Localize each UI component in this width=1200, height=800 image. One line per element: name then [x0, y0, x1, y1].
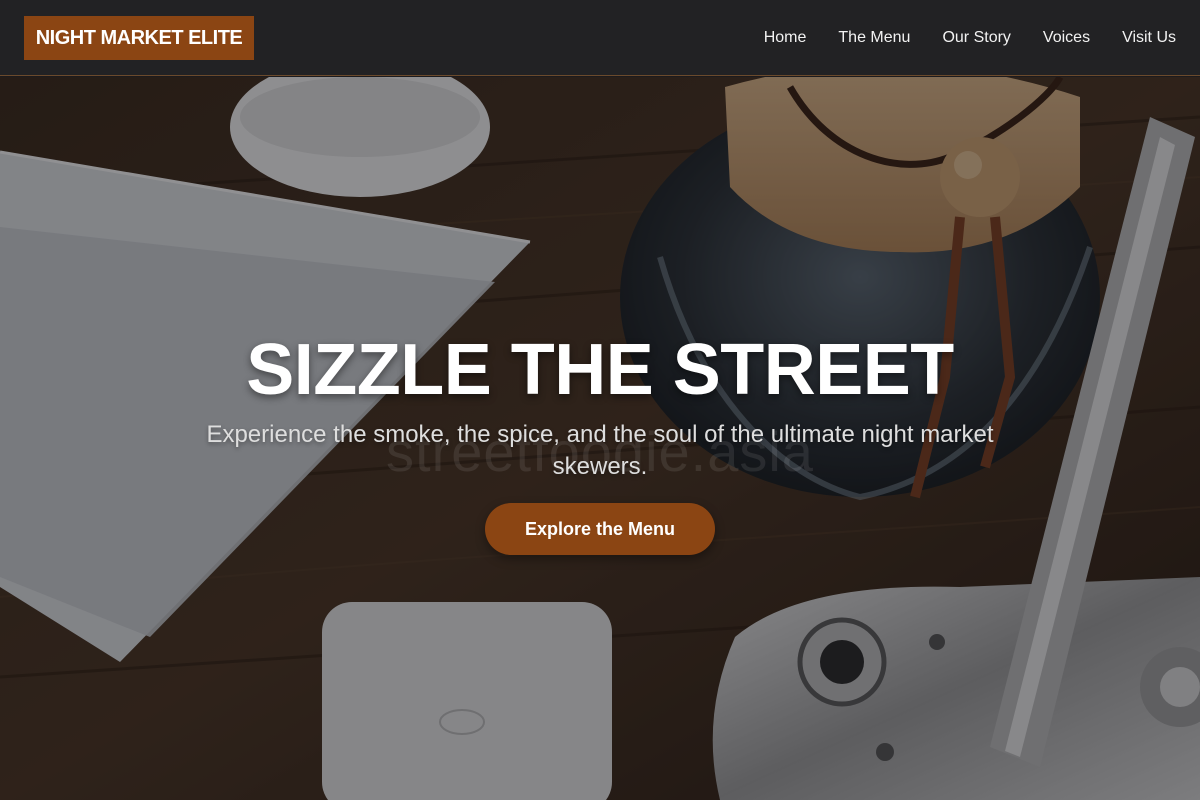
hero-section: streetfoodie.asia SIZZLE THE STREET Expe…	[0, 77, 1200, 800]
brand-logo[interactable]: NIGHT MARKET ELITE	[24, 16, 254, 60]
site-header: NIGHT MARKET ELITE Home The Menu Our Sto…	[0, 0, 1200, 76]
nav-link-our-story[interactable]: Our Story	[942, 29, 1010, 47]
nav-link-the-menu[interactable]: The Menu	[838, 29, 910, 47]
hero-title: SIZZLE THE STREET	[246, 330, 954, 410]
explore-menu-button[interactable]: Explore the Menu	[485, 503, 715, 555]
hero-subtitle: Experience the smoke, the spice, and the…	[206, 421, 994, 480]
main-nav: Home The Menu Our Story Voices Visit Us	[764, 0, 1176, 76]
page: NIGHT MARKET ELITE Home The Menu Our Sto…	[0, 0, 1200, 800]
nav-link-visit-us[interactable]: Visit Us	[1122, 29, 1176, 47]
nav-link-voices[interactable]: Voices	[1043, 29, 1090, 47]
nav-link-home[interactable]: Home	[764, 29, 807, 47]
